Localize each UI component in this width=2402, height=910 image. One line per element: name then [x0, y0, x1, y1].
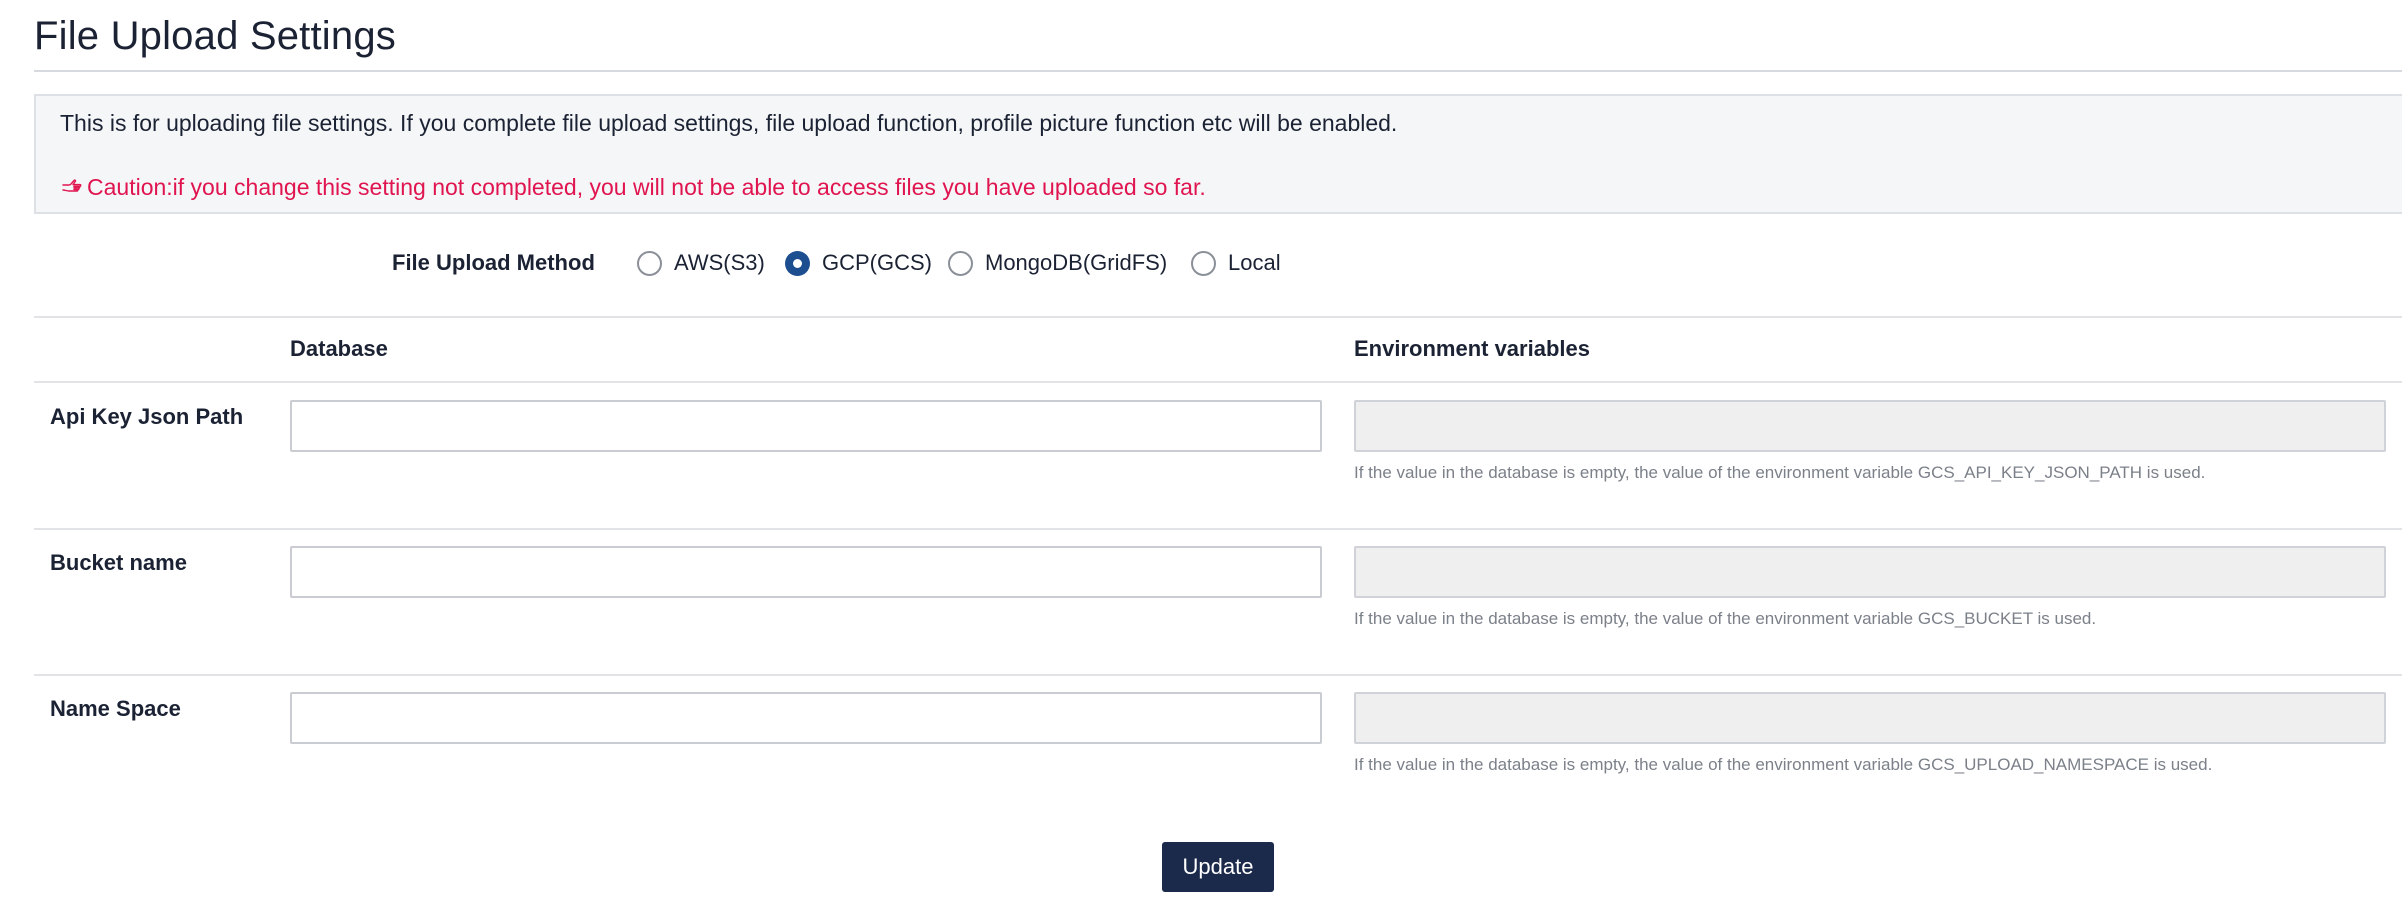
- api-key-json-path-env-input: [1354, 400, 2386, 452]
- radio-label: GCP(GCS): [822, 250, 932, 275]
- bucket-name-help: If the value in the database is empty, t…: [1354, 609, 2097, 628]
- radio-mongodb-gridfs[interactable]: MongoDB(GridFS): [948, 250, 1167, 276]
- radio-label: MongoDB(GridFS): [985, 250, 1168, 275]
- info-box: This is for uploading file settings. If …: [34, 94, 2402, 214]
- radio-local[interactable]: Local: [1191, 250, 1281, 276]
- radio-button[interactable]: [948, 250, 973, 276]
- column-header-database: Database: [290, 336, 388, 361]
- bucket-name-env-input: [1354, 546, 2386, 598]
- row-label-name-space: Name Space: [50, 696, 181, 721]
- row-label-bucket-name: Bucket name: [50, 550, 187, 575]
- row-divider: [34, 528, 2402, 530]
- column-header-env: Environment variables: [1354, 336, 1590, 361]
- radio-button-checked[interactable]: [785, 250, 810, 276]
- caution-message: Caution:if you change this setting not c…: [60, 174, 1206, 201]
- file-upload-method-label: File Upload Method: [392, 250, 595, 275]
- info-description: This is for uploading file settings. If …: [60, 110, 1398, 136]
- section-divider: [34, 316, 2402, 318]
- title-divider: [34, 70, 2402, 72]
- api-key-json-path-db-input[interactable]: [290, 400, 1322, 452]
- radio-button[interactable]: [1191, 250, 1216, 276]
- file-upload-method-row: File Upload Method AWS(S3) GCP(GCS) Mong…: [0, 246, 2402, 286]
- file-upload-settings-page: File Upload Settings This is for uploadi…: [0, 0, 2402, 910]
- radio-aws-s3[interactable]: AWS(S3): [637, 250, 765, 276]
- radio-gcp-gcs[interactable]: GCP(GCS): [785, 250, 932, 276]
- radio-label: AWS(S3): [674, 250, 765, 275]
- caution-text: Caution:if you change this setting not c…: [87, 174, 1206, 200]
- row-divider: [34, 674, 2402, 676]
- page-title: File Upload Settings: [34, 14, 396, 58]
- bucket-name-db-input[interactable]: [290, 546, 1322, 598]
- api-key-json-path-help: If the value in the database is empty, t…: [1354, 463, 2206, 482]
- hand-pointing-icon: [60, 176, 84, 200]
- name-space-env-input: [1354, 692, 2386, 744]
- update-button[interactable]: Update: [1162, 842, 1274, 892]
- radio-label: Local: [1228, 250, 1281, 275]
- name-space-db-input[interactable]: [290, 692, 1322, 744]
- header-divider: [34, 381, 2402, 383]
- radio-button[interactable]: [637, 250, 662, 276]
- row-label-api-key-json-path: Api Key Json Path: [50, 404, 244, 429]
- name-space-help: If the value in the database is empty, t…: [1354, 755, 2213, 774]
